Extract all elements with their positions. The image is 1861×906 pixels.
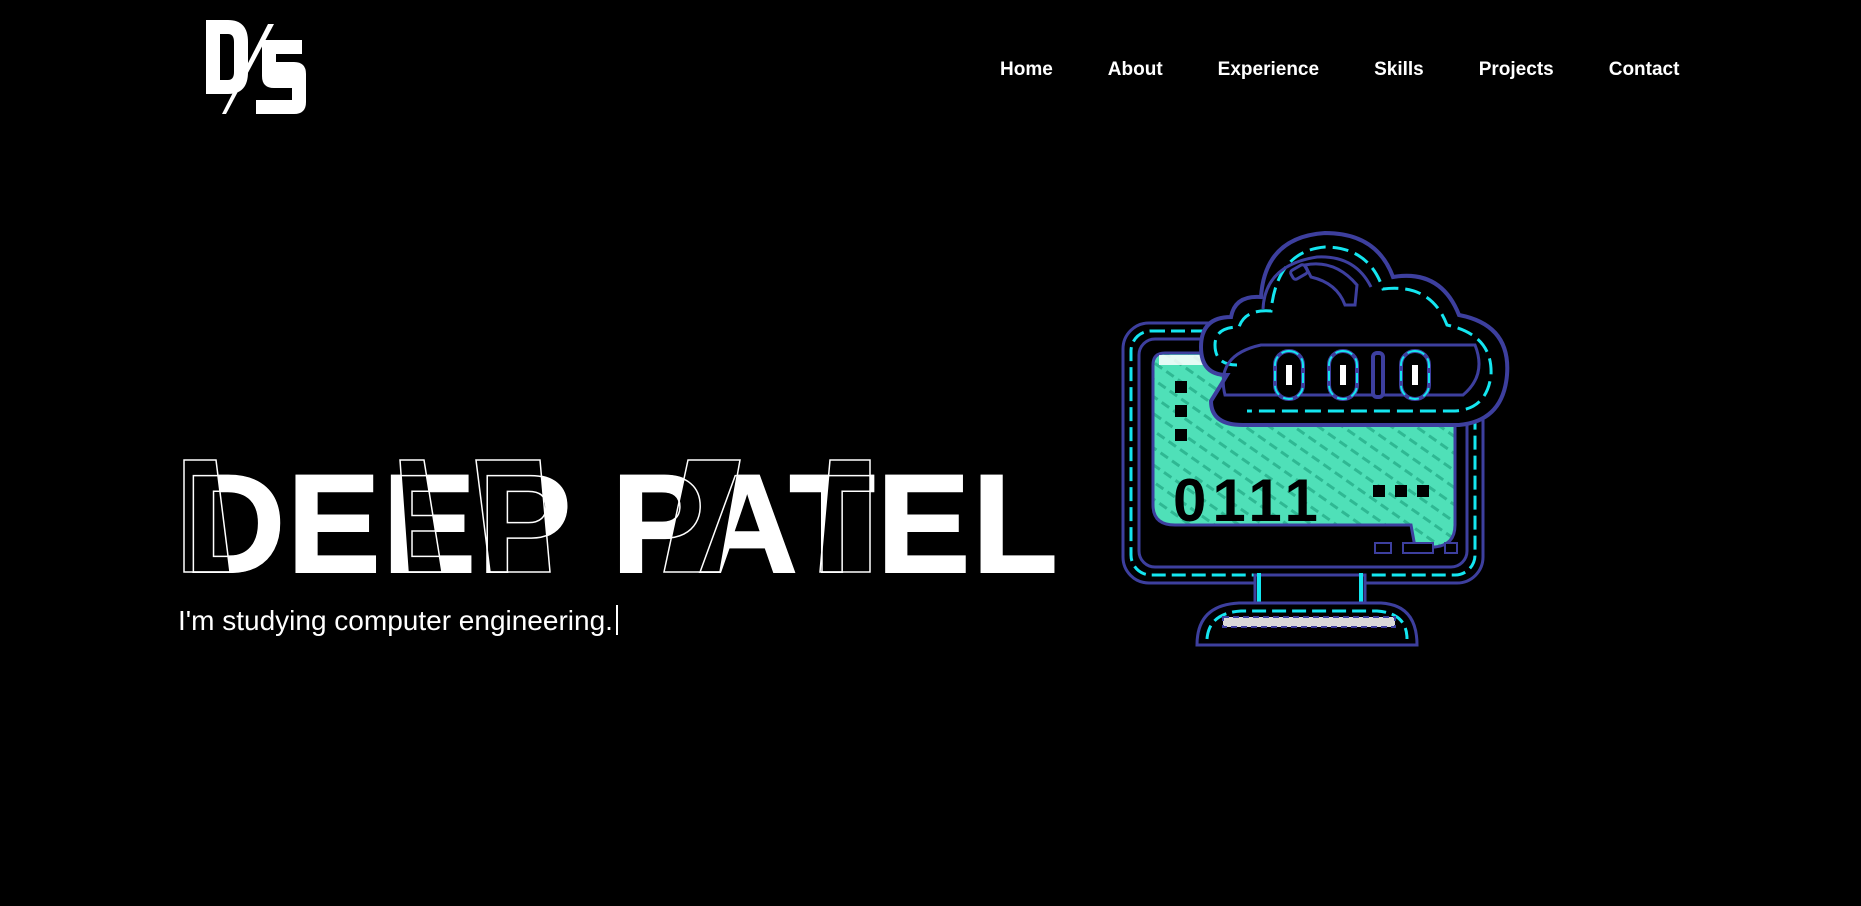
nav-contact[interactable]: Contact bbox=[1609, 58, 1680, 82]
hero-name-outline: DEEP PATEL bbox=[184, 450, 1060, 585]
page: Home About Experience Skills Projects Co… bbox=[0, 0, 1861, 906]
hero-name-graphic: DEEP PATEL DEEP PATEL bbox=[183, 450, 1060, 585]
screen-binary-text: 0111 bbox=[1173, 467, 1324, 534]
tagline-text: I'm studying computer engineering. bbox=[178, 605, 613, 636]
ds-monogram-logo-icon bbox=[206, 20, 306, 114]
cloud-computer-binary-icon: 0111 bbox=[1121, 230, 1510, 647]
nav-about[interactable]: About bbox=[1108, 58, 1163, 82]
hero-name: DEEP PATEL DEEP PATEL bbox=[180, 450, 1060, 585]
main-nav: Home About Experience Skills Projects Co… bbox=[1000, 58, 1679, 82]
nav-skills[interactable]: Skills bbox=[1374, 58, 1424, 82]
hero-tagline: I'm studying computer engineering. bbox=[178, 604, 618, 638]
cloud-computer-illustration: 0111 bbox=[1115, 225, 1540, 650]
site-logo[interactable] bbox=[204, 18, 310, 116]
typing-cursor bbox=[615, 605, 618, 635]
nav-experience[interactable]: Experience bbox=[1218, 58, 1319, 82]
nav-projects[interactable]: Projects bbox=[1479, 58, 1554, 82]
cloud-binary-bits bbox=[1273, 349, 1431, 401]
nav-home[interactable]: Home bbox=[1000, 58, 1053, 82]
